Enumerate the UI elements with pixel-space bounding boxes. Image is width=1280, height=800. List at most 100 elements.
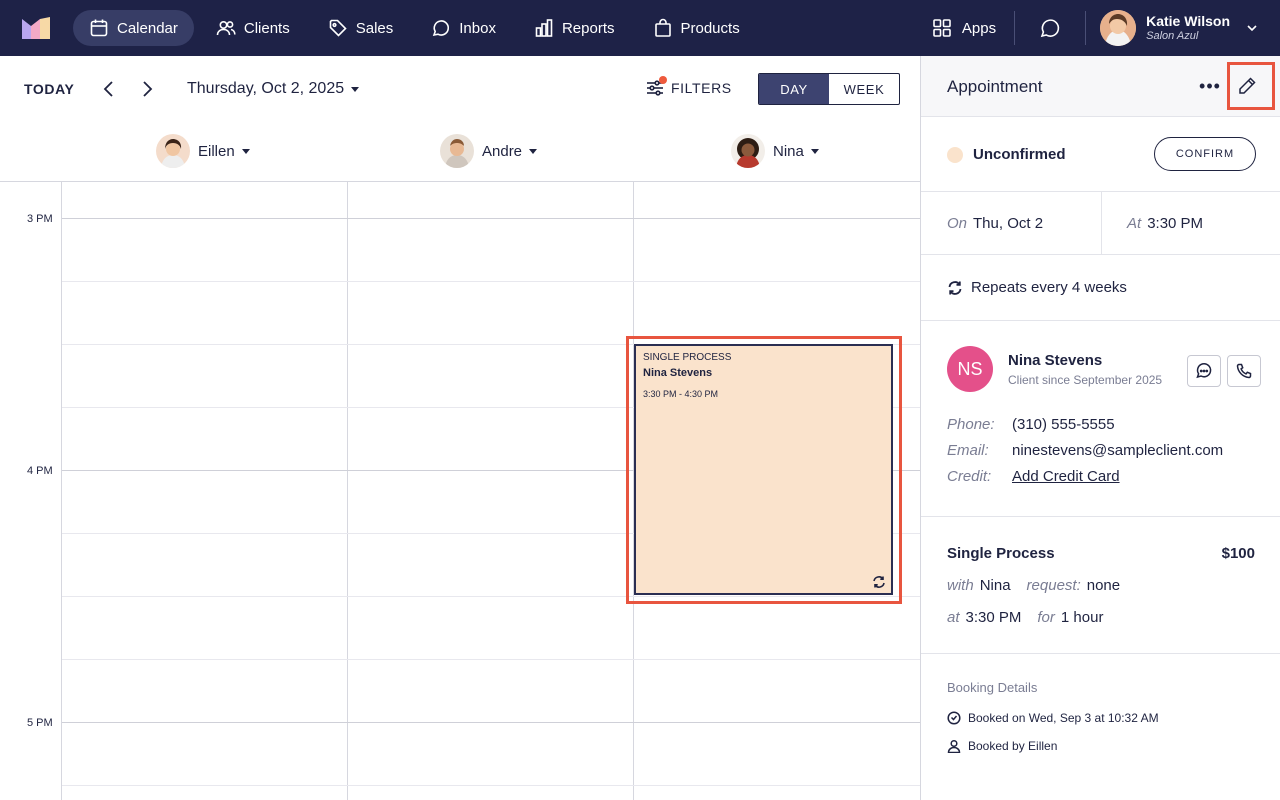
time-field: At 3:30 PM bbox=[1127, 215, 1204, 232]
status-label: Unconfirmed bbox=[973, 146, 1066, 163]
confirm-button[interactable]: CONFIRM bbox=[1154, 137, 1256, 171]
phone-row: Phone: (310) 555-5555 bbox=[947, 416, 1115, 433]
chevron-down-icon bbox=[1247, 25, 1257, 32]
time-label: 5 PM bbox=[27, 717, 53, 729]
nav-reports[interactable]: Reports bbox=[518, 10, 631, 46]
service-name: Single Process bbox=[947, 545, 1055, 562]
nav-label: Sales bbox=[355, 19, 394, 37]
time-column: 3 PM 4 PM 5 PM bbox=[0, 182, 62, 800]
call-client-button[interactable] bbox=[1227, 355, 1261, 387]
top-nav: Calendar Clients Sales Inbox Reports Pro… bbox=[0, 0, 1280, 56]
today-button[interactable]: TODAY bbox=[24, 81, 74, 97]
email-row: Email: ninestevens@sampleclient.com bbox=[947, 442, 1224, 459]
repeat-info: Repeats every 4 weeks bbox=[947, 279, 1127, 296]
date-label: Thursday, Oct 2, 2025 bbox=[187, 80, 345, 97]
sliders-icon bbox=[645, 76, 667, 98]
repeat-icon bbox=[872, 575, 886, 589]
service-staff-row: with Nina request: none bbox=[947, 577, 1121, 594]
staff-header: Eillen Andre Nina bbox=[0, 122, 920, 182]
staff-selector-nina[interactable]: Nina bbox=[731, 134, 819, 168]
nav-label: Reports bbox=[561, 19, 615, 37]
appointment-client: Nina Stevens bbox=[643, 367, 713, 379]
client-since: Client since September 2025 bbox=[1008, 373, 1163, 387]
clock-icon bbox=[947, 711, 961, 725]
panel-title: Appointment bbox=[947, 77, 1043, 96]
calendar-icon bbox=[90, 19, 108, 37]
user-avatar bbox=[1100, 10, 1137, 46]
booked-by: Booked by Eillen bbox=[947, 739, 1057, 753]
divider bbox=[1101, 192, 1102, 255]
date-picker[interactable]: Thursday, Oct 2, 2025 bbox=[187, 80, 360, 98]
hour-line bbox=[62, 722, 920, 723]
nav-calendar[interactable]: Calendar bbox=[73, 10, 194, 46]
staff-selector-eillen[interactable]: Eillen bbox=[156, 134, 250, 168]
time-label: 3 PM bbox=[27, 213, 53, 225]
phone-icon bbox=[1236, 363, 1252, 379]
message-client-button[interactable] bbox=[1187, 355, 1221, 387]
app-logo[interactable] bbox=[22, 17, 50, 39]
caret-down-icon bbox=[529, 148, 538, 154]
add-credit-card-link[interactable]: Add Credit Card bbox=[1012, 468, 1120, 485]
pencil-icon bbox=[1239, 77, 1256, 94]
shopping-bag-icon bbox=[654, 18, 671, 37]
user-menu[interactable]: Katie Wilson Salon Azul bbox=[1086, 0, 1280, 56]
avatar bbox=[731, 134, 765, 168]
service-price: $100 bbox=[1221, 545, 1255, 562]
date-field: On Thu, Oct 2 bbox=[947, 215, 1044, 232]
quarter-line bbox=[62, 785, 920, 786]
panel-header: Appointment ••• bbox=[921, 56, 1280, 117]
more-options-button[interactable]: ••• bbox=[1197, 74, 1223, 98]
avatar bbox=[440, 134, 474, 168]
staff-name: Eillen bbox=[198, 142, 235, 160]
nav-clients[interactable]: Clients bbox=[200, 10, 306, 46]
staff-column-eillen[interactable] bbox=[62, 182, 348, 800]
repeat-icon bbox=[948, 280, 962, 295]
users-icon bbox=[216, 20, 236, 36]
nav-sales[interactable]: Sales bbox=[312, 10, 410, 46]
day-view-button[interactable]: DAY bbox=[759, 74, 829, 104]
nav-label: Products bbox=[680, 19, 740, 37]
filters-button[interactable]: FILTERS bbox=[645, 76, 732, 98]
repeat-text: Repeats every 4 weeks bbox=[971, 279, 1127, 296]
avatar bbox=[156, 134, 190, 168]
tag-icon bbox=[329, 19, 347, 37]
staff-name: Nina bbox=[773, 142, 804, 160]
apps-button[interactable]: Apps bbox=[932, 0, 1014, 56]
staff-column-andre[interactable] bbox=[348, 182, 634, 800]
caret-down-icon bbox=[810, 148, 819, 154]
nav-inbox[interactable]: Inbox bbox=[415, 10, 512, 46]
service-time-row: at 3:30 PM for 1 hour bbox=[947, 609, 1104, 626]
user-salon: Salon Azul bbox=[1146, 30, 1199, 42]
chevron-left-icon bbox=[103, 81, 113, 97]
calendar-toolbar: TODAY Thursday, Oct 2, 2025 FILTERS DAY … bbox=[0, 56, 920, 122]
appointment-block[interactable]: SINGLE PROCESS Nina Stevens 3:30 PM - 4:… bbox=[634, 344, 893, 595]
message-icon bbox=[1196, 363, 1212, 379]
prev-day-button[interactable] bbox=[98, 78, 120, 100]
next-day-button[interactable] bbox=[136, 78, 158, 100]
booked-on: Booked on Wed, Sep 3 at 10:32 AM bbox=[947, 711, 1159, 725]
appointment-time: 3:30 PM - 4:30 PM bbox=[643, 389, 719, 399]
caret-down-icon bbox=[241, 148, 250, 154]
quarter-line bbox=[62, 281, 920, 282]
filter-active-dot bbox=[659, 76, 667, 84]
bar-chart-icon bbox=[535, 19, 553, 37]
email-value[interactable]: ninestevens@sampleclient.com bbox=[1012, 442, 1223, 459]
view-toggle: DAY WEEK bbox=[758, 73, 900, 105]
chevron-right-icon bbox=[143, 81, 153, 97]
client-name[interactable]: Nina Stevens bbox=[1008, 352, 1102, 369]
edit-button[interactable] bbox=[1237, 76, 1257, 96]
week-view-button[interactable]: WEEK bbox=[829, 74, 899, 104]
client-avatar: NS bbox=[947, 346, 993, 392]
hour-line bbox=[62, 218, 920, 219]
status-dot bbox=[947, 147, 963, 163]
staff-selector-andre[interactable]: Andre bbox=[440, 134, 538, 168]
nav-label: Clients bbox=[243, 19, 290, 37]
inbox-icon bbox=[433, 20, 450, 37]
grid-icon bbox=[933, 19, 951, 37]
appointment-panel: Appointment ••• Unconfirmed CONFIRM On T… bbox=[920, 56, 1280, 800]
nav-products[interactable]: Products bbox=[637, 10, 756, 46]
caret-down-icon bbox=[351, 86, 360, 92]
phone-value[interactable]: (310) 555-5555 bbox=[1012, 416, 1115, 433]
staff-name: Andre bbox=[482, 142, 523, 160]
chat-button[interactable] bbox=[1015, 0, 1085, 56]
